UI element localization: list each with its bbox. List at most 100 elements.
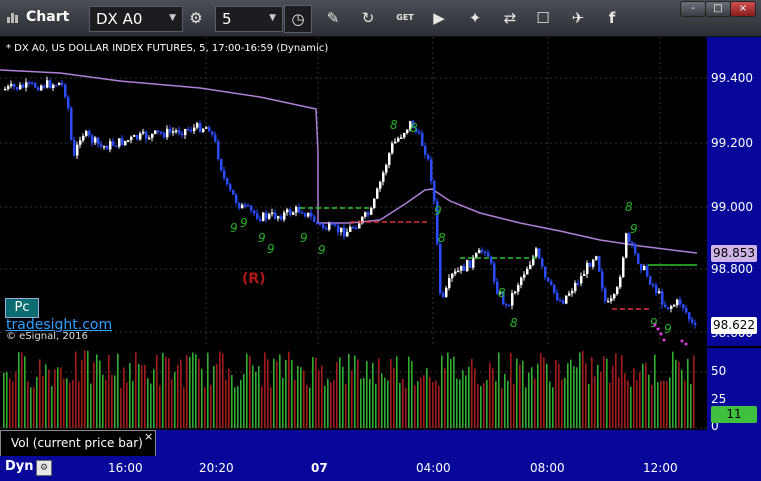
volume-bar — [624, 373, 626, 428]
td-count: 9 — [318, 243, 326, 257]
volume-bar — [123, 367, 125, 428]
volume-bar — [309, 387, 311, 428]
volume-bar — [645, 362, 647, 428]
get-icon[interactable]: GET — [392, 5, 418, 31]
volume-bar — [165, 356, 167, 428]
price-bar — [70, 107, 73, 140]
volume-bar — [594, 376, 596, 428]
price-bar — [403, 133, 406, 138]
volume-bar — [75, 351, 77, 428]
price-bar — [673, 305, 676, 307]
price-bar — [268, 213, 271, 219]
price-bar — [586, 262, 589, 275]
price-bar — [166, 128, 169, 138]
volume-bar — [414, 385, 416, 428]
volume-bar — [675, 359, 677, 428]
volume-bar — [78, 381, 80, 428]
price-bar — [529, 264, 532, 269]
volume-bar — [63, 378, 65, 428]
refresh-icon[interactable]: ↻ — [355, 5, 381, 31]
price-chart[interactable]: 8 889 99999988899 9 (R) — [0, 37, 707, 346]
last-price-label: 98.622 — [711, 317, 757, 334]
volume-bar — [570, 359, 572, 428]
volume-bar — [174, 371, 176, 428]
price-bar — [217, 141, 220, 160]
pc-button[interactable]: Pc — [5, 298, 39, 318]
volume-bar — [519, 364, 521, 428]
close-study-button[interactable]: × — [144, 430, 153, 443]
price-bar — [583, 274, 586, 276]
price-bar — [661, 291, 664, 305]
td-count: 9 — [300, 231, 308, 245]
clock-icon[interactable]: ◷ — [284, 5, 312, 33]
volume-bar — [420, 377, 422, 428]
price-bar — [226, 178, 229, 185]
volume-bar — [486, 380, 488, 428]
volume-bar — [312, 357, 314, 428]
volume-chart[interactable] — [0, 348, 707, 430]
close-button[interactable]: × — [730, 1, 756, 17]
price-bar — [481, 249, 484, 252]
price-bar — [58, 82, 61, 86]
volume-bar — [180, 359, 182, 428]
pencil-icon[interactable]: ✎ — [320, 5, 346, 31]
volume-bar — [498, 352, 500, 428]
volume-bar — [333, 380, 335, 428]
td-count: 8 — [498, 286, 506, 300]
price-bar — [607, 300, 610, 303]
volume-bar — [438, 385, 440, 428]
facebook-icon[interactable]: f — [599, 5, 625, 31]
play-icon[interactable]: ▶ — [426, 5, 452, 31]
toggle-icon[interactable]: ⇄ — [497, 5, 523, 31]
volume-bar — [477, 383, 479, 428]
price-bar — [613, 294, 616, 299]
volume-bar — [579, 352, 581, 428]
price-bar — [334, 224, 337, 226]
time-tick: 16:00 — [108, 461, 143, 475]
price-bar — [67, 96, 70, 108]
gear-icon[interactable]: ⚙ — [183, 5, 209, 31]
comment-icon[interactable]: ☐ — [530, 5, 556, 31]
volume-bar — [222, 353, 224, 428]
price-bar — [376, 188, 379, 199]
volume-bar — [192, 352, 194, 428]
price-bar — [283, 212, 286, 220]
volume-bar — [117, 353, 119, 428]
volume-bar — [195, 354, 197, 428]
volume-bar — [93, 362, 95, 428]
volume-bar — [672, 351, 674, 428]
price-bar — [136, 135, 139, 140]
volume-bar — [618, 377, 620, 428]
price-bar — [265, 212, 268, 219]
volume-bar — [219, 351, 221, 428]
volume-bar — [243, 374, 245, 428]
twitter-icon[interactable]: ✈ — [565, 5, 591, 31]
price-bar — [556, 292, 559, 301]
price-bar — [172, 131, 175, 133]
maximize-button[interactable]: □ — [705, 1, 731, 17]
chevron-down-icon[interactable]: ▼ — [269, 13, 276, 23]
wrench-icon[interactable]: ✦ — [462, 5, 488, 31]
chevron-down-icon[interactable]: ▼ — [169, 13, 176, 23]
symbol-input[interactable]: DX A0 ▼ — [89, 6, 183, 32]
volume-bar — [516, 358, 518, 428]
price-bar — [580, 275, 583, 284]
price-bar — [85, 130, 88, 136]
price-bar — [82, 135, 85, 141]
interval-input[interactable]: 5 ▼ — [215, 6, 283, 32]
price-bar — [256, 213, 259, 219]
volume-bar — [489, 362, 491, 428]
settings-icon[interactable]: ⚙ — [36, 460, 52, 476]
minimize-button[interactable]: - — [680, 1, 706, 17]
volume-bar — [585, 363, 587, 428]
price-bar — [346, 231, 349, 237]
price-bar — [385, 164, 388, 173]
price-bar — [304, 213, 307, 217]
price-bar — [589, 262, 592, 267]
price-bar — [19, 84, 22, 90]
price-bar — [397, 138, 400, 142]
volume-bar — [537, 363, 539, 428]
price-bar — [7, 86, 10, 89]
volume-bar — [45, 364, 47, 428]
volume-bar — [60, 367, 62, 428]
